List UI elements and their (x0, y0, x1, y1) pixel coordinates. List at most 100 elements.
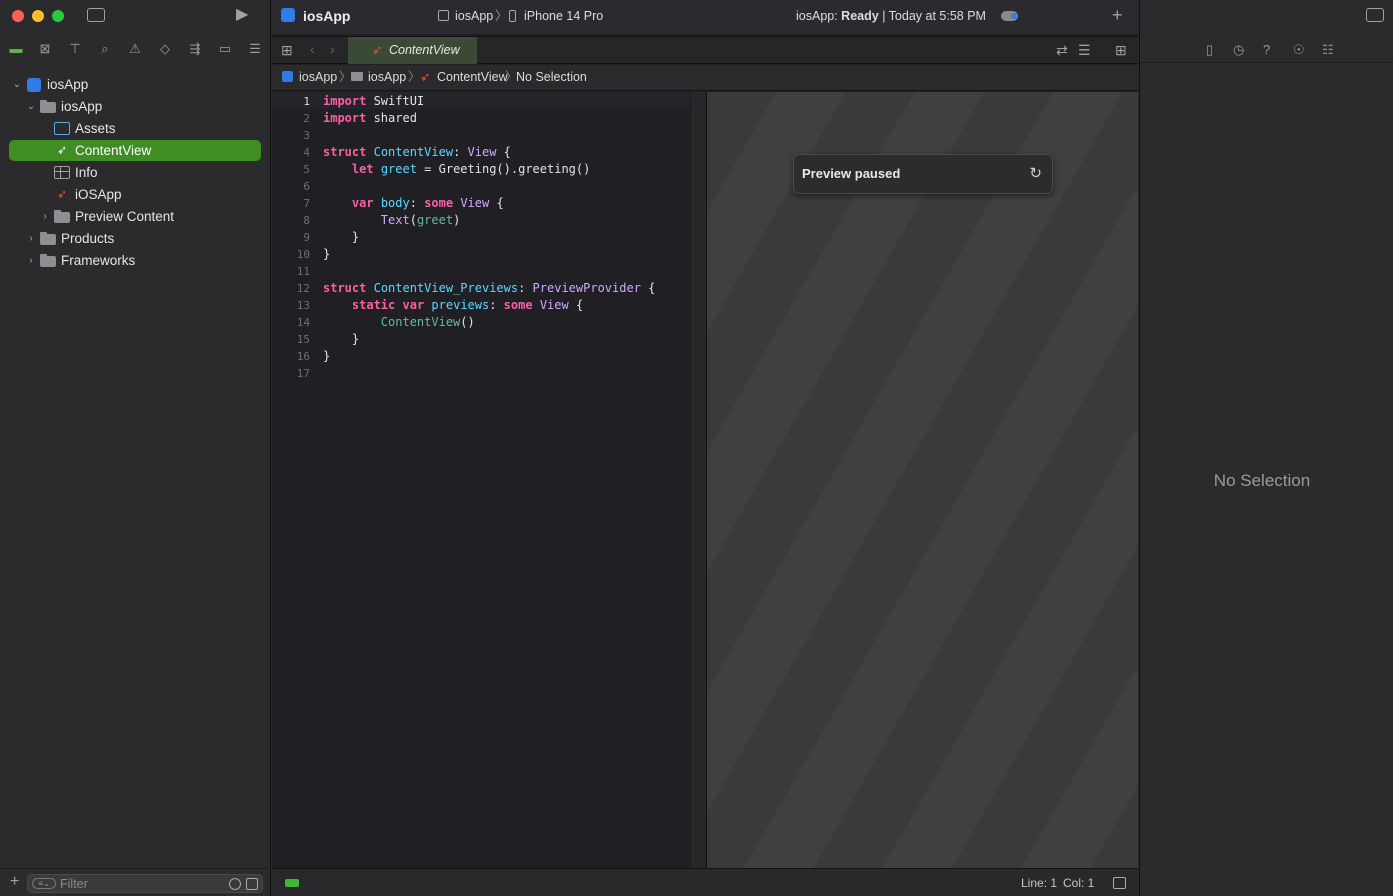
build-status-icon[interactable] (285, 879, 299, 887)
chevron-right-icon[interactable]: › (26, 250, 36, 272)
code-line: } (323, 230, 360, 244)
tree-item-preview-content[interactable]: › Preview Content (0, 206, 271, 228)
line-number: 9 (303, 231, 310, 244)
filter-options-icon[interactable]: ≡⌄ (32, 878, 56, 889)
chevron-right-icon[interactable]: › (40, 206, 50, 228)
help-icon[interactable]: ? (1263, 42, 1270, 57)
sidebar-toggle-icon[interactable] (87, 8, 105, 22)
inspector-toggle-icon[interactable] (1366, 8, 1384, 22)
swift-file-icon: ➶ (420, 70, 431, 84)
code-line: struct ContentView_Previews: PreviewProv… (323, 281, 656, 295)
breakpoint-navigator-icon[interactable]: ▭ (216, 40, 234, 58)
tree-item-label: iOSApp (75, 187, 122, 202)
swift-file-icon: ➶ (56, 143, 68, 157)
related-items-icon[interactable]: ⇄ (1056, 42, 1068, 58)
accessibility-icon[interactable]: ☉ (1293, 42, 1305, 58)
navigator-tabs: ▬ ⊠ ⊤ ⌕ ⚠ ◇ ⇶ ▭ ☰ (0, 40, 271, 62)
code-line: } (323, 349, 331, 363)
run-button[interactable]: ▶ (236, 7, 248, 23)
chevron-right-icon[interactable]: › (26, 228, 36, 250)
add-icon[interactable]: + (10, 874, 19, 890)
file-inspector-icon[interactable]: ▯ (1206, 42, 1213, 58)
test-navigator-icon[interactable]: ◇ (156, 40, 174, 58)
app-project-icon (27, 78, 41, 92)
line-number: 4 (303, 146, 310, 159)
breadcrumb: iosApp 〉 iosApp 〉 ➶ ContentView 〉 No Sel… (272, 65, 1138, 91)
tree-item-label: Preview Content (75, 209, 175, 224)
folder-icon (54, 210, 70, 223)
minimap-gutter[interactable] (690, 92, 706, 868)
preview-paused-banner[interactable]: Preview paused ↻ (793, 154, 1053, 194)
chevron-right-icon[interactable]: › (330, 41, 335, 57)
asset-catalog-icon (54, 122, 70, 135)
minimize-window-button[interactable] (32, 10, 44, 22)
tree-item-frameworks[interactable]: › Frameworks (0, 250, 271, 272)
tree-item-group-iosapp[interactable]: ⌄ iosApp (0, 96, 271, 118)
close-window-button[interactable] (12, 10, 24, 22)
window-controls: ▶ (0, 0, 270, 34)
code-line: } (323, 247, 331, 261)
tree-item-info[interactable]: Info (0, 162, 271, 184)
chevron-down-icon[interactable]: ⌄ (26, 96, 36, 118)
symbol-navigator-icon[interactable]: ⊤ (66, 40, 84, 58)
report-navigator-icon[interactable]: ☰ (246, 40, 264, 58)
tree-item-iosapp-swift[interactable]: ➶ iOSApp (0, 184, 271, 206)
line-number: 15 (296, 333, 310, 346)
folder-icon (40, 232, 56, 245)
breadcrumb-symbol[interactable]: No Selection (516, 65, 587, 89)
line-number: 11 (296, 265, 310, 278)
tree-item-label: Products (61, 231, 115, 246)
search-icon[interactable]: ⌕ (96, 40, 114, 58)
line-number: 6 (303, 180, 310, 193)
chevron-down-icon[interactable]: ⌄ (12, 74, 22, 96)
navigator-filter-bar: + ≡⌄ Filter (0, 868, 271, 896)
breadcrumb-file[interactable]: ContentView (437, 65, 508, 89)
tab-contentview[interactable]: ➶ ContentView (348, 37, 477, 64)
line-number: 2 (303, 112, 310, 125)
filter-input[interactable]: ≡⌄ Filter (27, 874, 263, 893)
line-number: 14 (296, 316, 310, 329)
status-state: Ready (841, 9, 879, 23)
debug-navigator-icon[interactable]: ⇶ (186, 40, 204, 58)
editor-options-icon[interactable]: ☰ (1078, 42, 1091, 58)
editor-tab-bar: ⊞ ‹ › ➶ ContentView ⇄ ☰ ⊞ (272, 36, 1138, 64)
line-number: 16 (296, 350, 310, 363)
chevron-left-icon[interactable]: ‹ (310, 41, 315, 57)
status-time: | Today at 5:58 PM (882, 9, 986, 23)
refresh-icon[interactable]: ↻ (1029, 164, 1042, 182)
attributes-inspector-icon[interactable]: ☷ (1322, 42, 1334, 58)
folder-navigator-icon[interactable]: ▬ (7, 40, 25, 58)
issue-warning-icon[interactable]: ⚠ (126, 40, 144, 58)
tree-item-products[interactable]: › Products (0, 228, 271, 250)
tree-item-label: ContentView (75, 143, 152, 158)
split-editor-icon[interactable]: ⊞ (1115, 42, 1127, 58)
code-line: var body: some View { (351, 196, 504, 210)
toggle-debug-area-icon[interactable] (1113, 877, 1126, 889)
project-navigator: ▶ ▬ ⊠ ⊤ ⌕ ⚠ ◇ ⇶ ▭ ☰ ⌄ iosApp ⌄ iosApp As… (0, 0, 271, 896)
tree-item-project[interactable]: ⌄ iosApp (0, 74, 271, 96)
line-number: 3 (303, 129, 310, 142)
folder-icon (40, 100, 56, 113)
scm-filter-icon[interactable] (246, 878, 258, 890)
chevron-right-icon: 〉 (495, 9, 508, 23)
recent-files-icon[interactable] (229, 878, 241, 890)
app-project-icon (282, 71, 293, 82)
zoom-window-button[interactable] (52, 10, 64, 22)
breadcrumb-group[interactable]: iosApp (368, 65, 406, 89)
cloud-icon[interactable] (1001, 11, 1018, 21)
breadcrumb-project[interactable]: iosApp (299, 65, 337, 89)
swift-file-icon: ➶ (372, 43, 383, 57)
history-icon[interactable]: ◷ (1233, 42, 1244, 58)
tree-item-assets[interactable]: Assets (0, 118, 271, 140)
source-editor[interactable]: 1 2 3 4 5 6 7 8 9 10 11 12 13 14 15 16 1… (272, 92, 690, 868)
source-control-icon[interactable]: ⊠ (36, 40, 54, 58)
project-title: iosApp (303, 8, 351, 24)
add-library-icon[interactable]: + (1112, 6, 1123, 24)
tree-item-label: iosApp (47, 77, 89, 92)
line-number: 10 (296, 248, 310, 261)
preview-canvas[interactable]: Preview paused ↻ (706, 92, 1138, 868)
grid-icon[interactable]: ⊞ (281, 42, 293, 58)
tree-item-contentview[interactable]: ➶ ContentView (0, 140, 271, 162)
filter-placeholder: Filter (60, 877, 88, 891)
plist-icon (54, 166, 70, 179)
